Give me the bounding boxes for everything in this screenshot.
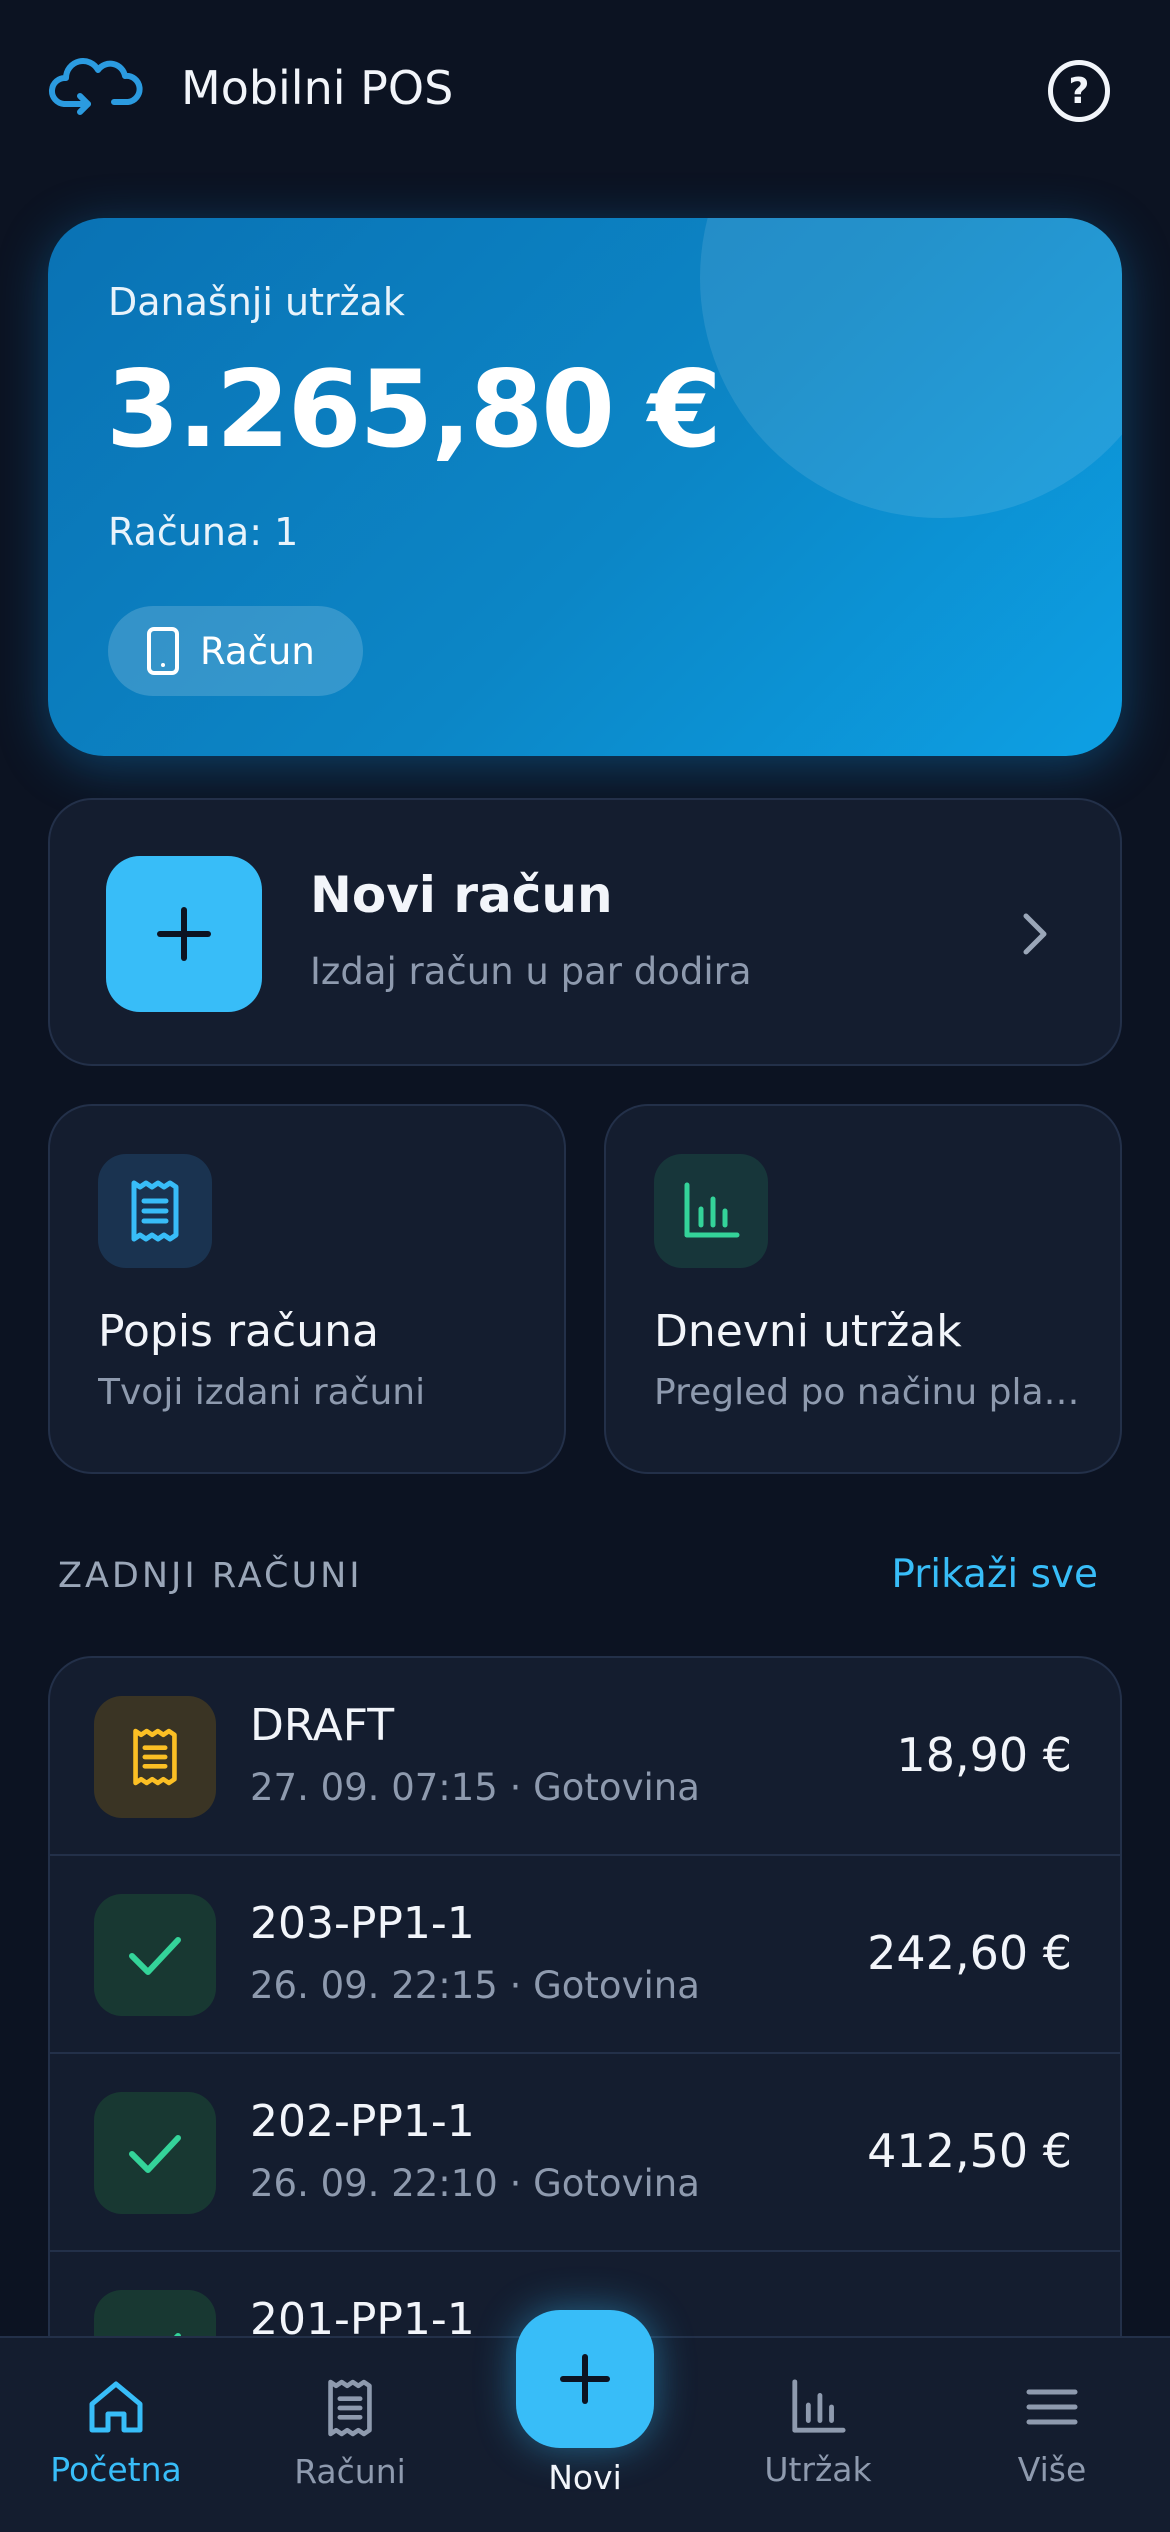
receipt-amount: 242,60 € <box>867 1926 1072 1980</box>
nav-label: Početna <box>50 2450 182 2489</box>
new-receipt-card[interactable]: Novi račun Izdaj račun u par dodira <box>48 798 1122 1066</box>
question-circle-icon: ? <box>1068 70 1090 112</box>
new-receipt-fab[interactable] <box>516 2310 654 2448</box>
tile-icon-box <box>654 1154 768 1268</box>
daily-revenue-card: Današnji utržak 3.265,80 € Računa: 1 Rač… <box>48 218 1122 756</box>
help-button[interactable]: ? <box>1048 60 1110 122</box>
chip-label: Račun <box>200 629 315 673</box>
plus-icon <box>157 907 211 961</box>
cloud-sync-icon <box>49 58 143 115</box>
receipt-amount: 412,50 € <box>867 2124 1072 2178</box>
tile-title: Dnevni utržak <box>654 1306 962 1357</box>
phone-icon <box>147 627 179 675</box>
new-receipt-icon-box <box>106 856 262 1012</box>
row-icon-box <box>94 2092 216 2214</box>
revenue-label: Današnji utržak <box>108 280 405 324</box>
home-icon <box>89 2381 143 2433</box>
bar-chart-icon <box>684 1182 740 1238</box>
receipt-chip-button[interactable]: Račun <box>108 606 363 696</box>
receipt-meta: 26. 09. 22:15 · Gotovina <box>250 1964 700 2007</box>
row-icon-box <box>94 1696 216 1818</box>
receipt-icon <box>328 2379 372 2437</box>
show-all-link[interactable]: Prikaži sve <box>891 1552 1098 1597</box>
menu-icon <box>1026 2389 1078 2425</box>
receipt-number: 202-PP1-1 <box>250 2096 475 2147</box>
nav-label: Utržak <box>764 2450 872 2489</box>
revenue-amount: 3.265,80 € <box>106 348 722 471</box>
bar-chart-icon <box>792 2379 846 2433</box>
app-title: Mobilni POS <box>181 61 454 115</box>
decorative-circle <box>700 218 1122 518</box>
tile-title: Popis računa <box>98 1306 379 1357</box>
daily-revenue-tile[interactable]: Dnevni utržak Pregled po načinu plaćanja <box>604 1104 1122 1474</box>
new-receipt-subtitle: Izdaj račun u par dodira <box>310 950 752 993</box>
nav-label: Više <box>1017 2450 1087 2489</box>
receipt-number: 203-PP1-1 <box>250 1898 475 1949</box>
receipt-meta: 27. 09. 07:15 · Gotovina <box>250 1766 700 1809</box>
chevron-right-icon <box>1023 913 1047 955</box>
nav-item-home[interactable]: Početna <box>16 2378 216 2489</box>
tile-subtitle: Tvoji izdani računi <box>98 1372 426 1413</box>
nav-item-receipts[interactable]: Računi <box>250 2378 450 2491</box>
receipt-number: DRAFT <box>250 1700 395 1751</box>
receipt-list-tile[interactable]: Popis računa Tvoji izdani računi <box>48 1104 566 1474</box>
receipt-icon <box>131 1180 179 1242</box>
receipt-row[interactable]: 203-PP1-1 26. 09. 22:15 · Gotovina 242,6… <box>50 1856 1120 2054</box>
receipt-row[interactable]: 202-PP1-1 26. 09. 22:10 · Gotovina 412,5… <box>50 2054 1120 2252</box>
tile-subtitle: Pregled po načinu plaćanja <box>654 1372 1094 1413</box>
row-icon-box <box>94 1894 216 2016</box>
receipt-count: Računa: 1 <box>108 510 299 554</box>
nav-item-revenue[interactable]: Utržak <box>718 2378 918 2489</box>
recent-receipts-label: ZADNJI RAČUNI <box>58 1556 363 1596</box>
nav-item-more[interactable]: Više <box>952 2378 1152 2489</box>
receipt-amount: 18,90 € <box>896 1728 1072 1782</box>
nav-label-new: Novi <box>548 2458 622 2497</box>
check-icon <box>129 1937 181 1975</box>
receipt-row[interactable]: DRAFT 27. 09. 07:15 · Gotovina 18,90 € <box>50 1658 1120 1856</box>
app-header: Mobilni POS ? <box>0 0 1170 180</box>
check-icon <box>129 2135 181 2173</box>
receipt-meta: 26. 09. 22:10 · Gotovina <box>250 2162 700 2205</box>
new-receipt-title: Novi račun <box>310 866 613 924</box>
tile-icon-box <box>98 1154 212 1268</box>
nav-label: Računi <box>294 2452 406 2491</box>
plus-icon <box>560 2354 610 2404</box>
receipt-icon <box>133 1728 177 1786</box>
